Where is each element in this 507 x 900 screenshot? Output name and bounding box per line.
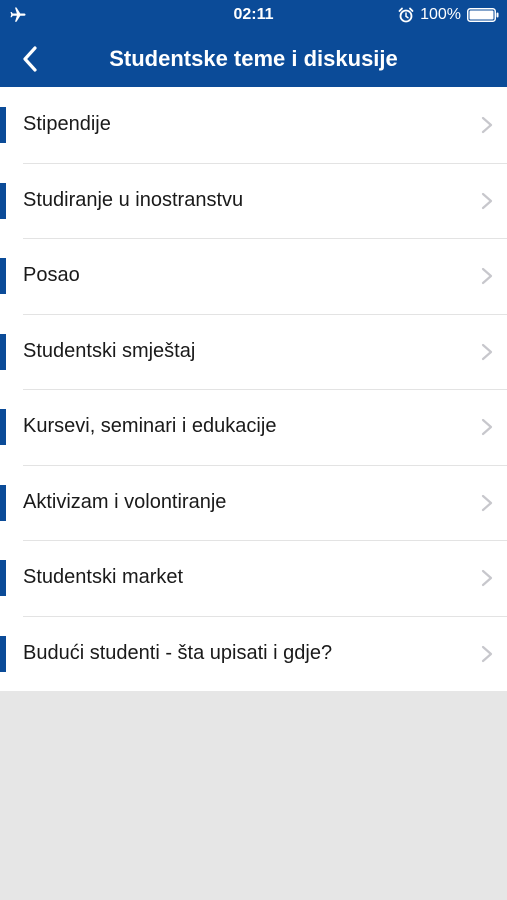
page-title: Studentske teme i diskusije — [109, 46, 398, 71]
list-item[interactable]: Posao — [0, 238, 507, 314]
chevron-right-icon — [481, 343, 493, 360]
list-item[interactable]: Studentski smještaj — [0, 313, 507, 390]
chevron-right-icon — [481, 494, 493, 511]
accent-bar — [0, 107, 6, 143]
topic-list: Stipendije Studiranje u inostranstvu Pos… — [0, 87, 507, 691]
accent-bar — [0, 182, 6, 219]
list-item-label: Kursevi, seminari i edukacije — [23, 415, 277, 438]
list-item-label: Studentski smještaj — [23, 339, 196, 362]
battery-icon — [467, 8, 499, 22]
alarm-icon — [398, 7, 414, 23]
list-item[interactable]: Studiranje u inostranstvu — [0, 162, 507, 239]
chevron-right-icon — [481, 192, 493, 209]
chevron-right-icon — [481, 267, 493, 285]
accent-bar — [0, 258, 6, 294]
list-item-label: Studentski market — [23, 566, 184, 589]
chevron-right-icon — [481, 418, 493, 436]
accent-bar — [0, 333, 6, 370]
nav-bar: Studentske teme i diskusije — [0, 30, 507, 87]
list-item-label: Budući studenti - šta upisati i gdje? — [23, 641, 333, 664]
accent-bar — [0, 484, 6, 521]
list-item-label: Aktivizam i volontiranje — [23, 490, 227, 513]
status-right: 100% — [398, 0, 499, 30]
list-item-label: Posao — [23, 264, 80, 287]
list-item[interactable]: Studentski market — [0, 540, 507, 616]
header: 02:11 100% Studentske teme i diskusije — [0, 0, 507, 87]
list-item-label: Stipendije — [23, 113, 111, 136]
list-item[interactable]: Aktivizam i volontiranje — [0, 464, 507, 541]
chevron-right-icon — [481, 645, 493, 662]
battery-percent: 100% — [420, 6, 461, 23]
status-bar: 02:11 100% — [0, 0, 507, 30]
list-item[interactable]: Stipendije — [0, 87, 507, 163]
list-item-label: Studiranje u inostranstvu — [23, 188, 244, 211]
accent-bar — [0, 560, 6, 596]
accent-bar — [0, 409, 6, 445]
list-item[interactable]: Kursevi, seminari i edukacije — [0, 389, 507, 465]
chevron-right-icon — [481, 116, 493, 134]
accent-bar — [0, 635, 6, 672]
list-item[interactable]: Budući studenti - šta upisati i gdje? — [0, 615, 507, 692]
chevron-right-icon — [481, 569, 493, 587]
